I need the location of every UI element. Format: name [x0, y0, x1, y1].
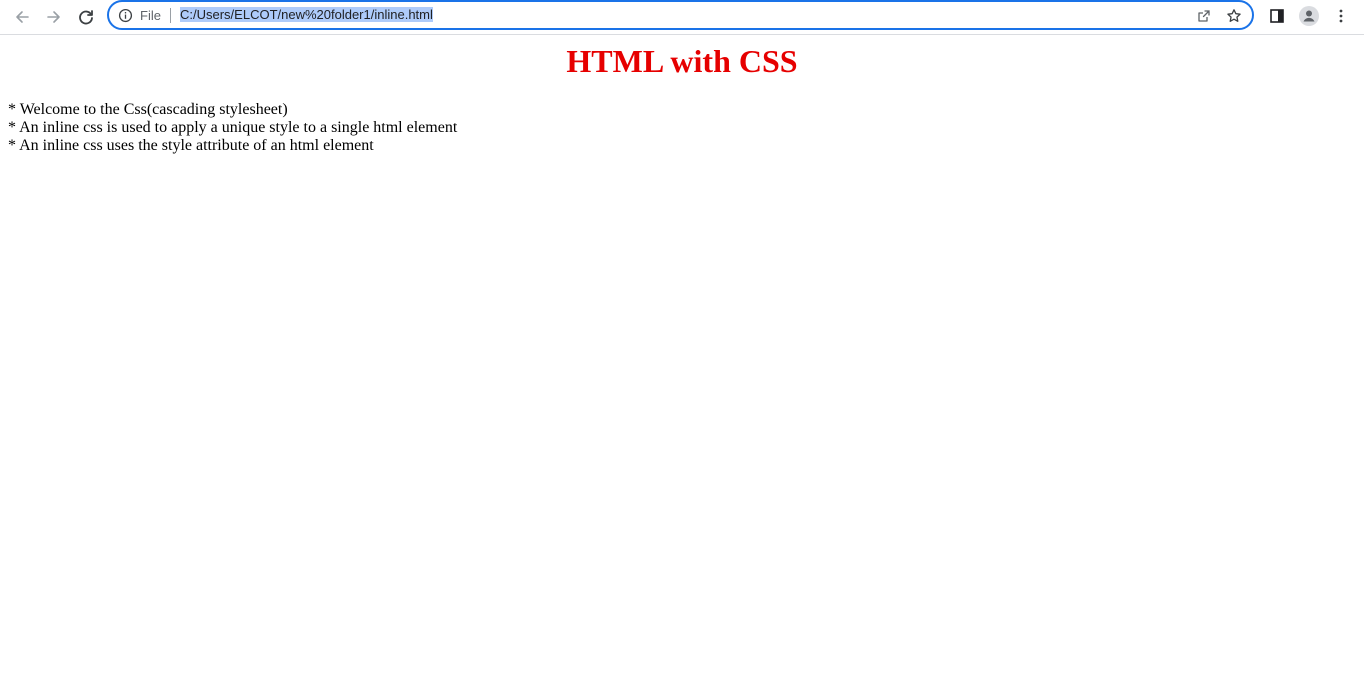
- side-panel-button[interactable]: [1264, 3, 1290, 29]
- back-arrow-icon: [16, 11, 29, 23]
- site-info-chip[interactable]: File: [118, 6, 161, 24]
- forward-button[interactable]: [40, 3, 68, 31]
- star-icon: [1227, 9, 1241, 22]
- share-icon: [1198, 10, 1210, 22]
- address-bar[interactable]: File C:/Users/ELCOT/new%20folder1/inline…: [107, 0, 1254, 30]
- reload-icon: [79, 10, 93, 25]
- side-panel-icon: [1270, 9, 1284, 23]
- text-lines: * Welcome to the Css(cascading styleshee…: [8, 101, 457, 155]
- page-title: HTML with CSS: [566, 43, 798, 79]
- info-icon: [118, 8, 133, 22]
- text-line: * An inline css is used to apply a uniqu…: [8, 119, 458, 136]
- bookmark-button[interactable]: [1224, 6, 1244, 26]
- kebab-menu-icon: [1339, 9, 1343, 23]
- browser-menu-button[interactable]: [1328, 3, 1354, 29]
- omnibox-divider: [170, 8, 171, 23]
- text-line: * An inline css uses the style attribute…: [8, 137, 374, 154]
- page-content: HTML with CSS * Welcome to the Css(casca…: [0, 35, 1364, 684]
- forward-arrow-icon: [47, 11, 60, 23]
- reload-button[interactable]: [72, 3, 100, 31]
- profile-button[interactable]: [1296, 3, 1322, 29]
- browser-toolbar: File C:/Users/ELCOT/new%20folder1/inline…: [0, 0, 1364, 35]
- url-text: C:/Users/ELCOT/new%20folder1/inline.html: [180, 7, 433, 22]
- site-info-label: File: [140, 7, 161, 23]
- back-button[interactable]: [8, 3, 36, 31]
- text-line: * Welcome to the Css(cascading styleshee…: [8, 101, 288, 118]
- profile-avatar-icon: [1299, 6, 1319, 26]
- url-input[interactable]: C:/Users/ELCOT/new%20folder1/inline.html: [180, 6, 433, 24]
- share-button[interactable]: [1194, 6, 1214, 26]
